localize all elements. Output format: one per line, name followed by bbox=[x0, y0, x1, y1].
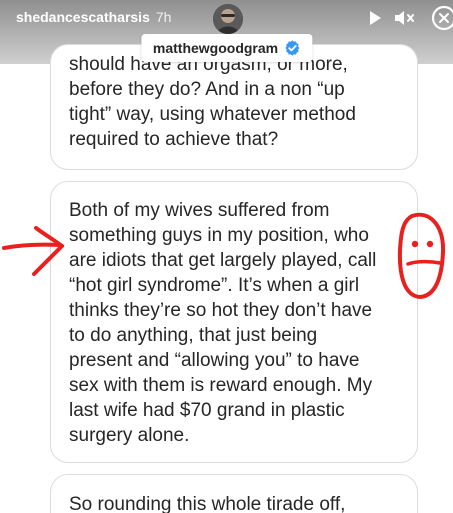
story-username[interactable]: shedancescatharsis bbox=[16, 9, 150, 25]
message-bubble: So rounding this whole tirade off, bbox=[50, 474, 418, 513]
red-arrow-drawing bbox=[2, 226, 64, 276]
message-bubble: should have an orgasm, or more, before t… bbox=[50, 44, 418, 170]
message-bubble: Both of my wives suffered from something… bbox=[50, 181, 418, 463]
story-time-ago: 7h bbox=[155, 9, 172, 25]
avatar[interactable] bbox=[213, 4, 243, 34]
mention-sticker[interactable]: matthewgoodgram bbox=[140, 34, 313, 62]
mute-icon[interactable] bbox=[393, 8, 417, 28]
message-text: So rounding this whole tirade off, bbox=[69, 494, 346, 513]
play-icon[interactable] bbox=[367, 9, 383, 27]
avatar-image bbox=[213, 4, 243, 34]
red-face-drawing bbox=[397, 212, 446, 300]
close-icon[interactable] bbox=[427, 4, 453, 32]
story-username-line: shedancescatharsis 7h bbox=[16, 9, 171, 25]
verified-badge-icon bbox=[285, 40, 300, 56]
message-text: Both of my wives suffered from something… bbox=[69, 200, 377, 446]
mention-handle: matthewgoodgram bbox=[152, 40, 279, 56]
message-text: should have an orgasm, or more, before t… bbox=[69, 54, 356, 150]
story-controls bbox=[367, 4, 453, 32]
